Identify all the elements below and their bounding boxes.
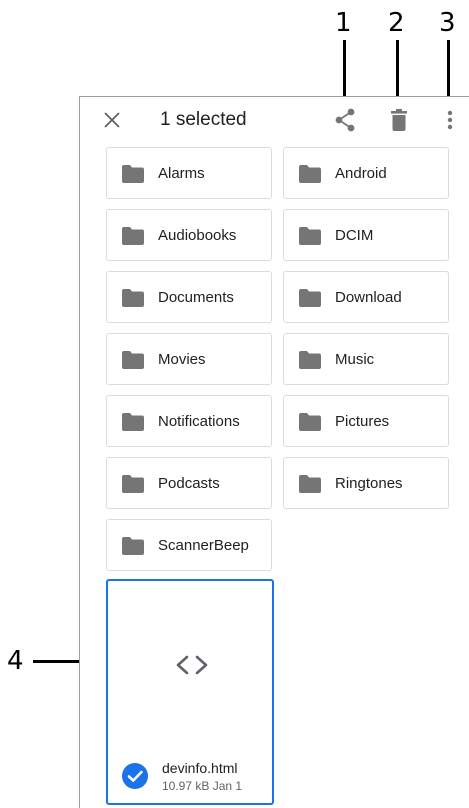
- folder-card-movies[interactable]: Movies: [106, 333, 272, 385]
- folder-label: Music: [335, 351, 375, 368]
- folder-label: Download: [335, 289, 402, 306]
- folder-card-ringtones[interactable]: Ringtones: [283, 457, 449, 509]
- folder-card-android[interactable]: Android: [283, 147, 449, 199]
- file-meta: 10.97 kB Jan 1: [162, 779, 243, 793]
- folder-card-notifications[interactable]: Notifications: [106, 395, 272, 447]
- more-vert-icon[interactable]: [437, 107, 463, 133]
- folder-card-documents[interactable]: Documents: [106, 271, 272, 323]
- folder-icon: [299, 475, 321, 493]
- callout-label-4: 4: [7, 646, 24, 676]
- check-circle-icon[interactable]: [122, 763, 148, 789]
- folder-icon: [299, 227, 321, 245]
- folder-icon: [122, 289, 144, 307]
- callout-label-2: 2: [388, 8, 405, 38]
- folder-icon: [122, 413, 144, 431]
- folder-card-pictures[interactable]: Pictures: [283, 395, 449, 447]
- folder-icon: [299, 413, 321, 431]
- folder-icon: [122, 227, 144, 245]
- folder-card-audiobooks[interactable]: Audiobooks: [106, 209, 272, 261]
- folder-card-scannerbeep[interactable]: ScannerBeep: [106, 519, 272, 571]
- folder-label: Documents: [158, 289, 234, 306]
- callout-label-1: 1: [335, 8, 352, 38]
- folder-label: Ringtones: [335, 475, 403, 492]
- folder-card-podcasts[interactable]: Podcasts: [106, 457, 272, 509]
- folder-label: Pictures: [335, 413, 390, 430]
- folder-card-download[interactable]: Download: [283, 271, 449, 323]
- folder-icon: [122, 537, 144, 555]
- delete-icon[interactable]: [386, 107, 412, 133]
- file-browser-screen: 1 selected Alarms Android Audiobooks DCI…: [79, 96, 469, 808]
- file-name: devinfo.html: [162, 760, 238, 776]
- folder-label: Movies: [158, 351, 206, 368]
- callout-label-3: 3: [439, 8, 456, 38]
- folder-icon: [299, 351, 321, 369]
- callout-line-1: [343, 40, 346, 102]
- folder-card-alarms[interactable]: Alarms: [106, 147, 272, 199]
- selection-count-title: 1 selected: [160, 109, 247, 130]
- folder-label: Podcasts: [158, 475, 220, 492]
- folder-label: DCIM: [335, 227, 374, 244]
- file-card-selected[interactable]: devinfo.html 10.97 kB Jan 1: [106, 579, 274, 805]
- close-icon[interactable]: [98, 106, 126, 134]
- callout-line-3: [447, 40, 450, 102]
- folder-label: Alarms: [158, 165, 205, 182]
- folder-icon: [299, 289, 321, 307]
- share-icon[interactable]: [332, 107, 358, 133]
- folder-label: Audiobooks: [158, 227, 237, 244]
- selection-toolbar: 1 selected: [80, 97, 469, 143]
- folder-icon: [122, 351, 144, 369]
- folder-label: Android: [335, 165, 387, 182]
- folder-card-music[interactable]: Music: [283, 333, 449, 385]
- folder-label: Notifications: [158, 413, 240, 430]
- folder-icon: [122, 165, 144, 183]
- callout-line-2: [396, 40, 399, 102]
- folder-label: ScannerBeep: [158, 537, 249, 554]
- folder-icon: [122, 475, 144, 493]
- code-icon: [176, 655, 208, 675]
- folder-icon: [299, 165, 321, 183]
- folder-card-dcim[interactable]: DCIM: [283, 209, 449, 261]
